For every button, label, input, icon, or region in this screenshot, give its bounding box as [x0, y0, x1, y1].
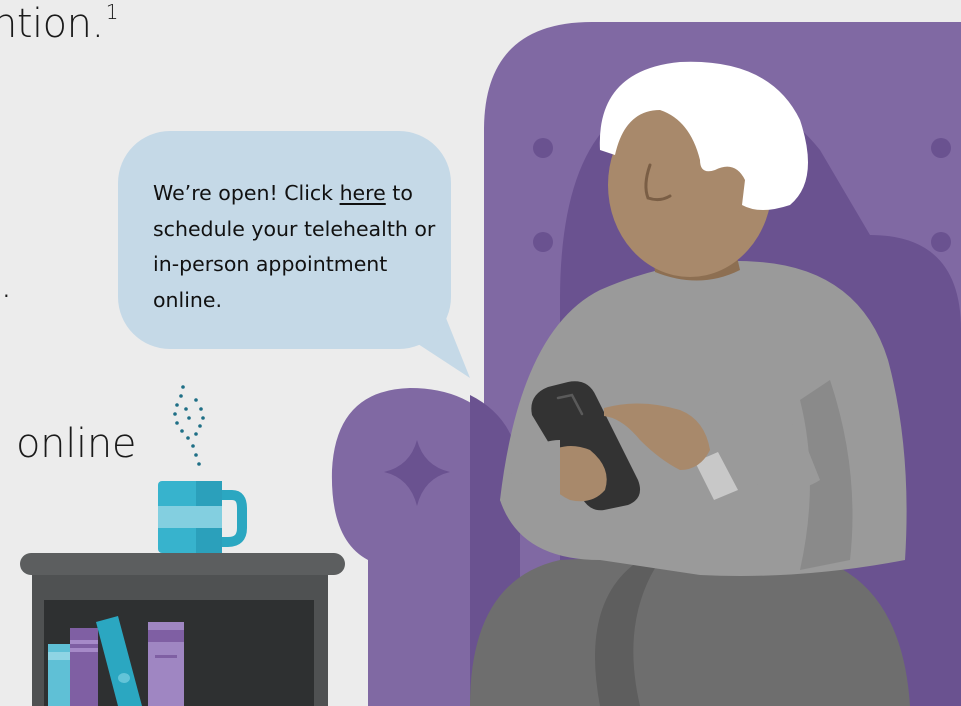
book-4-line	[155, 655, 177, 658]
side-table	[20, 553, 345, 706]
button-tuft-2	[533, 232, 553, 252]
steam-icon	[173, 385, 205, 466]
button-tuft-1	[533, 138, 553, 158]
schedule-here-link[interactable]: here	[340, 181, 386, 205]
book-2-band	[70, 640, 98, 644]
book-3-dot	[118, 673, 130, 683]
book-1-band	[48, 652, 70, 660]
illustration-scene	[20, 22, 961, 706]
book-2	[70, 628, 98, 706]
mug-stripe	[158, 506, 222, 528]
speech-bubble-text: We’re open! Click here to schedule your …	[153, 176, 443, 318]
bubble-text-before: We’re open! Click	[153, 181, 340, 205]
book-2-band-2	[70, 648, 98, 652]
button-tuft-3	[931, 138, 951, 158]
table-top	[20, 553, 345, 575]
button-tuft-4	[931, 232, 951, 252]
coffee-mug	[158, 385, 247, 553]
book-4-band	[148, 630, 184, 642]
